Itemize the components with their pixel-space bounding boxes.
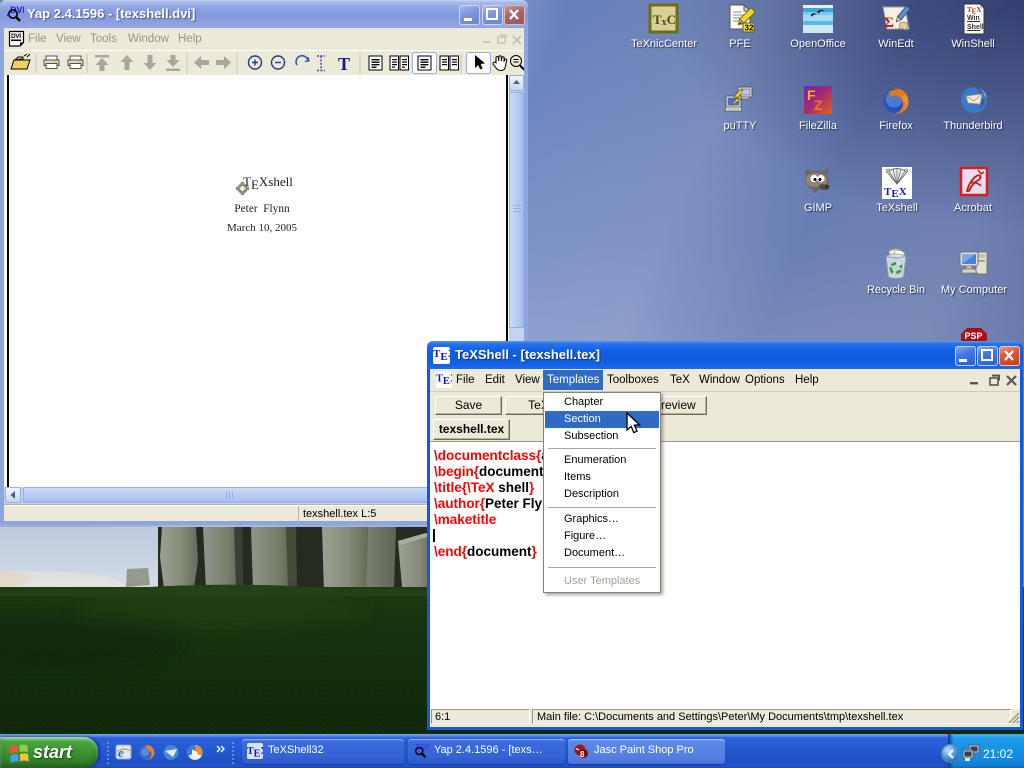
svg-text:Σ: Σ (884, 15, 894, 31)
svg-text:TEX: TEX (884, 186, 907, 200)
svg-text:e: e (118, 745, 124, 760)
svg-text:PSP: PSP (965, 331, 983, 341)
svg-text:T: T (338, 54, 350, 74)
svg-text:32: 32 (745, 24, 754, 33)
svg-text:Shell: Shell (967, 24, 984, 31)
svg-text:DVI: DVI (11, 33, 21, 40)
svg-text:8: 8 (580, 750, 585, 759)
svg-text:Z: Z (814, 97, 823, 113)
svg-text:Win: Win (967, 15, 980, 22)
